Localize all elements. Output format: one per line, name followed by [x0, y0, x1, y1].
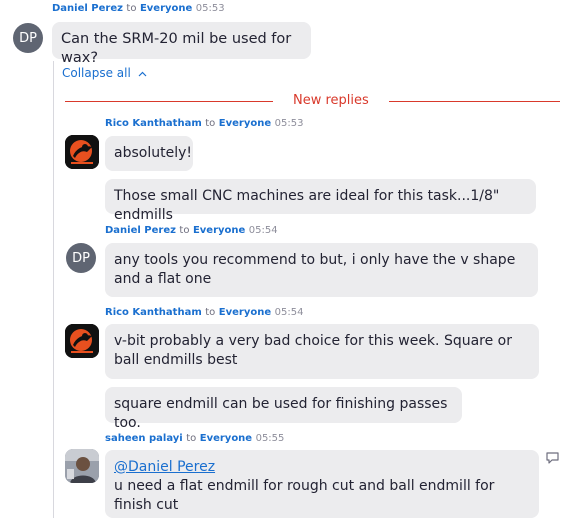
new-replies-label: New replies: [293, 93, 369, 108]
timestamp: 05:54: [274, 307, 304, 318]
message-text: square endmill can be used for finishing…: [114, 396, 448, 431]
avatar-logo-icon: [65, 324, 99, 358]
message-text: u need a flat endmill for rough cut and …: [114, 478, 495, 513]
to-label: to: [126, 3, 137, 14]
message-bubble[interactable]: Those small CNC machines are ideal for t…: [105, 179, 536, 223]
message-header: Rico Kanthatham to Everyone 05:54: [105, 307, 303, 318]
avatar-photo-icon: [65, 449, 99, 483]
author-name[interactable]: Rico Kanthatham: [105, 307, 202, 318]
author-name[interactable]: saheen palayi: [105, 433, 183, 444]
message-header: saheen palayi to Everyone 05:55: [105, 433, 284, 444]
avatar[interactable]: [65, 449, 99, 483]
avatar-logo-icon: [65, 135, 99, 169]
author-name[interactable]: Daniel Perez: [105, 225, 176, 236]
reply-icon[interactable]: [545, 451, 560, 465]
message-text: Can the SRM-20 mil be used for wax?: [61, 31, 292, 66]
message-text: v-bit probably a very bad choice for thi…: [114, 333, 513, 368]
collapse-all-link[interactable]: Collapse all: [62, 66, 147, 80]
collapse-all-label: Collapse all: [62, 66, 131, 80]
target-name[interactable]: Everyone: [193, 225, 245, 236]
message-text: Those small CNC machines are ideal for t…: [114, 188, 500, 223]
avatar[interactable]: DP: [13, 23, 43, 53]
avatar-initials: DP: [19, 30, 37, 46]
message-header: Rico Kanthatham to Everyone 05:53: [105, 118, 303, 129]
chevron-up-icon: [138, 71, 147, 76]
message-text: absolutely!: [114, 145, 192, 161]
timestamp: 05:54: [248, 225, 278, 236]
to-label: to: [205, 118, 216, 129]
avatar[interactable]: [65, 324, 99, 358]
avatar[interactable]: [65, 135, 99, 169]
message-bubble[interactable]: v-bit probably a very bad choice for thi…: [105, 324, 539, 379]
to-label: to: [205, 307, 216, 318]
thread-line: [53, 61, 54, 518]
message-text: any tools you recommend to but, i only h…: [114, 252, 516, 287]
to-label: to: [186, 433, 197, 444]
author-name[interactable]: Daniel Perez: [52, 3, 123, 14]
author-name[interactable]: Rico Kanthatham: [105, 118, 202, 129]
target-name[interactable]: Everyone: [140, 3, 192, 14]
new-replies-divider-right: [389, 101, 560, 102]
new-replies-divider-left: [65, 101, 273, 102]
timestamp: 05:53: [195, 3, 225, 14]
message-bubble[interactable]: Can the SRM-20 mil be used for wax?: [52, 22, 311, 66]
message-header: Daniel Perez to Everyone 05:53: [52, 3, 225, 14]
target-name[interactable]: Everyone: [219, 307, 271, 318]
message-bubble[interactable]: absolutely!: [105, 136, 193, 171]
mention-link[interactable]: @Daniel Perez: [114, 458, 530, 477]
to-label: to: [179, 225, 190, 236]
target-name[interactable]: Everyone: [219, 118, 271, 129]
message-bubble[interactable]: @Daniel Perez u need a flat endmill for …: [105, 450, 539, 518]
message-bubble[interactable]: any tools you recommend to but, i only h…: [105, 243, 538, 297]
message-header: Daniel Perez to Everyone 05:54: [105, 225, 278, 236]
avatar[interactable]: DP: [66, 243, 96, 273]
message-bubble[interactable]: square endmill can be used for finishing…: [105, 387, 462, 431]
timestamp: 05:53: [274, 118, 304, 129]
timestamp: 05:55: [255, 433, 285, 444]
avatar-initials: DP: [72, 250, 90, 266]
target-name[interactable]: Everyone: [200, 433, 252, 444]
